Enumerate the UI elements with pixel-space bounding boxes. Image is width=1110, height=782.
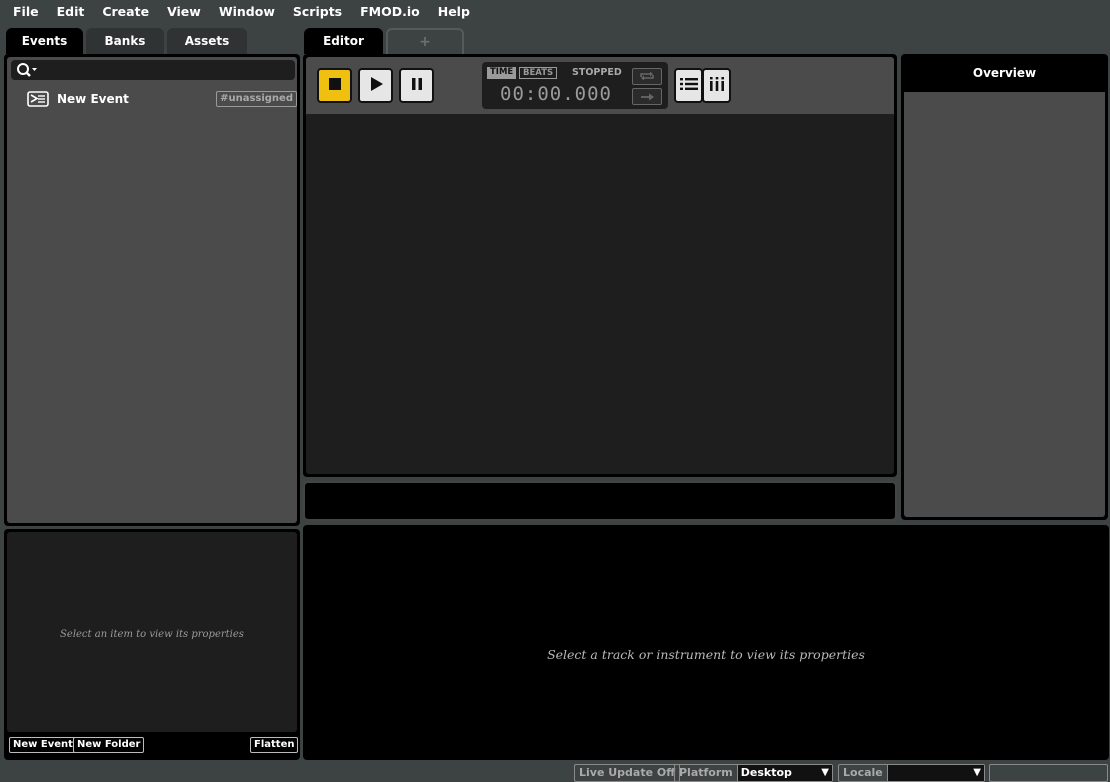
search-input[interactable]: [39, 61, 295, 79]
dropdown-arrow-icon: ▼: [973, 767, 981, 778]
mixer-view-button[interactable]: [702, 68, 731, 103]
platform-value: Desktop: [740, 766, 792, 779]
playback-status: STOPPED: [572, 67, 622, 78]
event-label: New Event: [57, 92, 129, 106]
arrow-right-icon: [638, 87, 656, 106]
menu-fmodio[interactable]: FMOD.io: [351, 0, 429, 24]
transport-bar: TIME BEATS STOPPED 00:00.000: [306, 57, 894, 114]
browser-properties: Select an item to view its properties Ne…: [4, 529, 300, 760]
list-item[interactable]: New Event #unassigned: [27, 88, 297, 110]
time-display: TIME BEATS STOPPED 00:00.000: [482, 62, 668, 109]
stop-icon: [327, 76, 343, 96]
list-icon: [679, 76, 699, 96]
stop-button[interactable]: [317, 68, 352, 103]
tab-banks[interactable]: Banks: [86, 28, 164, 54]
tab-editor[interactable]: Editor: [304, 28, 383, 54]
loop-icon: [638, 67, 656, 86]
menu-edit[interactable]: Edit: [48, 0, 94, 24]
menu-view[interactable]: View: [158, 0, 210, 24]
status-field: [989, 764, 1108, 782]
timeline-clock: 00:00.000: [500, 83, 612, 105]
event-icon: [27, 91, 49, 107]
locale-label: Locale: [839, 765, 888, 781]
properties-hint: Select an item to view its properties: [60, 629, 244, 640]
time-mode-tab[interactable]: TIME: [487, 67, 517, 79]
menu-create[interactable]: Create: [93, 0, 158, 24]
play-icon: [367, 75, 385, 97]
menu-window[interactable]: Window: [210, 0, 284, 24]
bank-badge: #unassigned: [216, 91, 297, 107]
overview-area: [904, 92, 1105, 517]
tab-assets[interactable]: Assets: [167, 28, 247, 54]
locale-dropdown[interactable]: ▼: [887, 765, 984, 781]
menu-help[interactable]: Help: [429, 0, 479, 24]
properties-area: Select an item to view its properties: [7, 532, 297, 732]
menu-scripts[interactable]: Scripts: [284, 0, 351, 24]
play-button[interactable]: [358, 68, 393, 103]
pause-icon: [409, 76, 425, 96]
parameter-bar: [303, 481, 897, 521]
search-icon[interactable]: [15, 60, 39, 80]
event-editor: TIME BEATS STOPPED 00:00.000: [303, 54, 897, 477]
tab-events[interactable]: Events: [6, 28, 83, 54]
event-tree: New Event #unassigned: [7, 57, 297, 523]
event-browser: New Event #unassigned: [4, 54, 300, 526]
search-box: [11, 60, 295, 80]
dropdown-arrow-icon: ▼: [821, 767, 829, 778]
loop-button[interactable]: [632, 68, 662, 85]
pause-button[interactable]: [399, 68, 434, 103]
mixer-icon: [708, 76, 726, 96]
beats-mode-tab[interactable]: BEATS: [519, 67, 558, 79]
overview-panel: Overview: [901, 54, 1108, 520]
flatten-button[interactable]: Flatten: [250, 737, 299, 753]
new-folder-button[interactable]: New Folder: [73, 737, 145, 753]
add-tab-button[interactable]: +: [386, 28, 464, 54]
new-event-button[interactable]: New Event: [9, 737, 77, 753]
menu-bar: File Edit Create View Window Scripts FMO…: [0, 0, 1110, 24]
follow-playback-button[interactable]: [632, 88, 662, 105]
menu-file[interactable]: File: [4, 0, 48, 24]
timeline-canvas[interactable]: [306, 114, 894, 474]
live-update-button[interactable]: Live Update Off: [574, 764, 681, 782]
deck-hint: Select a track or instrument to view its…: [547, 647, 865, 662]
platform-selector: Platform Desktop ▼: [674, 764, 833, 782]
platform-dropdown[interactable]: Desktop ▼: [737, 765, 832, 781]
overview-title: Overview: [972, 66, 1037, 80]
deck-panel: Select a track or instrument to view its…: [303, 525, 1109, 760]
platform-label: Platform: [675, 765, 738, 781]
list-view-button[interactable]: [674, 68, 703, 103]
locale-selector: Locale ▼: [838, 764, 985, 782]
